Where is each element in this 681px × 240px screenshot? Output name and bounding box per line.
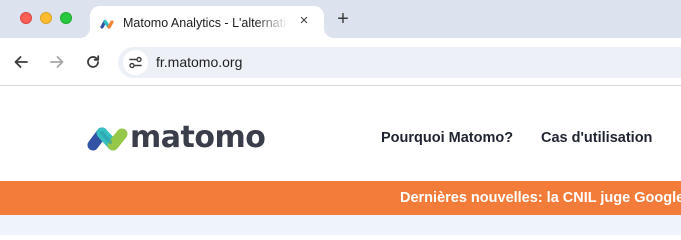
- browser-titlebar: Matomo Analytics - L'alternative × +: [0, 0, 681, 38]
- close-tab-icon[interactable]: ×: [296, 13, 312, 29]
- news-banner-link[interactable]: Dernières nouvelles: la CNIL juge Google: [400, 189, 681, 207]
- minimize-window-button[interactable]: [40, 12, 52, 24]
- tab-title: Matomo Analytics - L'alternative: [123, 16, 288, 30]
- browser-toolbar: fr.matomo.org: [0, 38, 681, 86]
- matomo-logo[interactable]: matomo: [86, 121, 276, 157]
- forward-arrow-icon[interactable]: [47, 52, 67, 72]
- news-banner: Dernières nouvelles: la CNIL juge Google: [0, 181, 681, 215]
- logo-wordmark: matomo: [130, 120, 266, 155]
- site-header: matomo Pourquoi Matomo? Cas d'utilisatio…: [0, 87, 681, 181]
- site-info-tune-icon[interactable]: [123, 50, 148, 75]
- page-content-background: [0, 215, 681, 235]
- matomo-logo-icon: [86, 126, 130, 157]
- new-tab-icon[interactable]: +: [333, 9, 353, 29]
- tab-matomo[interactable]: Matomo Analytics - L'alternative ×: [90, 6, 324, 38]
- matomo-favicon-icon: [100, 16, 114, 29]
- nav-link-use-cases[interactable]: Cas d'utilisation: [541, 129, 652, 147]
- address-bar[interactable]: fr.matomo.org: [118, 47, 681, 78]
- reload-icon[interactable]: [83, 52, 103, 72]
- url-text[interactable]: fr.matomo.org: [156, 54, 242, 71]
- maximize-window-button[interactable]: [60, 12, 72, 24]
- nav-link-why-matomo[interactable]: Pourquoi Matomo?: [381, 129, 513, 147]
- back-arrow-icon[interactable]: [11, 52, 31, 72]
- close-window-button[interactable]: [20, 12, 32, 24]
